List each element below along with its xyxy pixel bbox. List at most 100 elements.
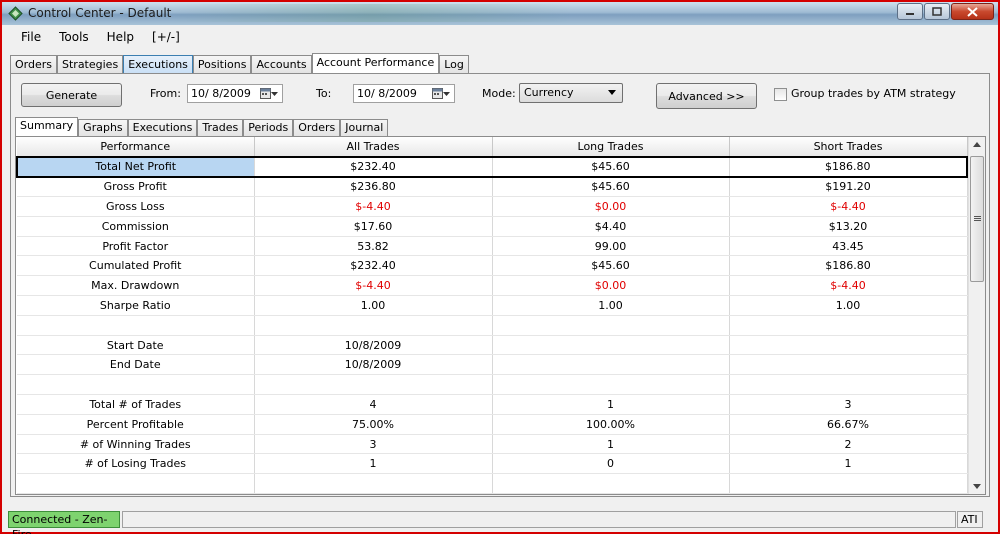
table-row[interactable]: Gross Profit $236.80 $45.60 $191.20 [17,176,968,198]
maximize-button[interactable] [924,3,950,20]
from-label: From: [150,87,181,100]
tab-summary[interactable]: Summary [15,117,79,137]
group-trades-checkbox[interactable] [774,88,787,101]
minimize-button[interactable] [897,3,923,20]
tab-trades[interactable]: Trades [197,119,244,136]
title-bar[interactable]: Control Center - Default [2,2,998,25]
tab-strategies[interactable]: Strategies [57,55,124,73]
all-trades-cell: 53.82 [254,236,493,257]
close-button[interactable] [951,3,994,20]
window-frame: Control Center - Default File Tools Help… [0,0,1000,534]
short-trades-cell [729,354,968,376]
short-trades-cell: 1.00 [729,295,968,316]
status-message-area [122,511,956,528]
sub-tab-strip: Summary Graphs Executions Trades Periods… [15,117,389,137]
table-row[interactable]: Percent Profitable 75.00% 100.00% 66.67% [17,414,968,435]
short-trades-cell [729,374,968,396]
table-row[interactable]: Cumulated Profit $232.40 $45.60 $186.80 [17,255,968,277]
table-row[interactable]: Sharpe Ratio 1.00 1.00 1.00 [17,295,968,316]
short-trades-cell: 43.45 [729,236,968,257]
table-row[interactable]: Total Net Profit $232.40 $45.60 $186.80 [16,156,968,178]
all-trades-cell: 3 [254,434,493,455]
tab-periods[interactable]: Periods [243,119,294,136]
column-header-short-trades[interactable]: Short Trades [729,137,968,158]
short-trades-cell [729,315,968,336]
all-trades-cell: $236.80 [254,176,493,198]
menu-file[interactable]: File [21,30,41,44]
long-trades-cell: 99.00 [492,236,730,257]
row-label [17,315,255,336]
row-label: Sharpe Ratio [17,295,255,316]
all-trades-cell [254,374,493,396]
table-row[interactable]: # of Winning Trades 3 1 2 [17,434,968,455]
short-trades-cell: 3 [729,394,968,415]
row-label: # of Losing Trades [17,453,255,475]
column-header-all-trades[interactable]: All Trades [254,137,493,158]
tab-orders[interactable]: Orders [10,55,57,73]
mode-select[interactable]: Currency [519,83,623,103]
app-diamond-icon [8,6,23,21]
table-header-row: Performance All Trades Long Trades Short… [17,137,968,158]
menu-toggle[interactable]: [+/-] [152,30,180,44]
tab-executions[interactable]: Executions [123,55,193,73]
long-trades-cell [492,354,730,376]
table-row[interactable] [17,473,968,494]
row-label [17,473,255,494]
all-trades-cell: 10/8/2009 [254,335,493,356]
from-date-value: 10/ 8/2009 [191,87,251,100]
to-calendar-dropdown[interactable] [432,87,452,100]
all-trades-cell: $232.40 [254,255,493,277]
long-trades-cell: 100.00% [492,414,730,435]
scroll-up-arrow-icon[interactable] [973,142,981,147]
all-trades-cell: $-4.40 [254,196,493,217]
minimize-icon [906,12,914,15]
menu-bar: File Tools Help [+/-] [2,25,998,49]
short-trades-cell: $13.20 [729,216,968,237]
long-trades-cell [492,315,730,336]
column-header-performance[interactable]: Performance [17,137,255,158]
table-row[interactable]: Total # of Trades 4 1 3 [17,394,968,415]
from-calendar-dropdown[interactable] [260,87,280,100]
table-row[interactable] [17,374,968,396]
tab-graphs[interactable]: Graphs [78,119,128,136]
tab-log[interactable]: Log [439,55,469,73]
advanced-button[interactable]: Advanced >> [656,83,757,109]
from-date-picker[interactable]: 10/ 8/2009 [187,84,283,103]
short-trades-cell: 1 [729,453,968,475]
tab-account-performance[interactable]: Account Performance [311,53,440,74]
table-row[interactable]: End Date 10/8/2009 [17,354,968,376]
chevron-down-icon [608,90,616,95]
to-date-picker[interactable]: 10/ 8/2009 [353,84,455,103]
performance-table: Performance All Trades Long Trades Short… [16,137,968,494]
calendar-icon [260,88,271,99]
vertical-scrollbar[interactable] [968,137,985,494]
row-label: # of Winning Trades [17,434,255,455]
table-row[interactable]: Start Date 10/8/2009 [17,335,968,356]
column-header-long-trades[interactable]: Long Trades [492,137,730,158]
grip-icon [973,216,981,221]
table-row[interactable] [17,315,968,336]
long-trades-cell [492,473,730,494]
short-trades-cell: $186.80 [729,255,968,277]
long-trades-cell: $45.60 [492,255,730,277]
status-bar: Connected - Zen-Fire ATI [6,509,996,534]
tab-accounts[interactable]: Accounts [251,55,312,73]
tab-journal[interactable]: Journal [340,119,389,136]
scrollbar-thumb[interactable] [970,156,984,282]
long-trades-cell [492,374,730,396]
long-trades-cell: $45.60 [492,156,730,178]
menu-help[interactable]: Help [107,30,134,44]
generate-button[interactable]: Generate [21,83,122,107]
tab-executions-sub[interactable]: Executions [127,119,198,136]
table-row[interactable]: Commission $17.60 $4.40 $13.20 [17,216,968,237]
table-row[interactable]: Max. Drawdown $-4.40 $0.00 $-4.40 [17,275,968,297]
table-row[interactable]: Profit Factor 53.82 99.00 43.45 [17,236,968,257]
menu-tools[interactable]: Tools [59,30,89,44]
long-trades-cell: $45.60 [492,176,730,198]
main-tab-strip: Orders Strategies Executions Positions A… [10,53,469,74]
table-row[interactable]: Gross Loss $-4.40 $0.00 $-4.40 [17,196,968,217]
tab-positions[interactable]: Positions [192,55,252,73]
tab-orders-sub[interactable]: Orders [293,119,341,136]
scroll-down-arrow-icon[interactable] [973,484,981,489]
table-row[interactable]: # of Losing Trades 1 0 1 [17,453,968,475]
